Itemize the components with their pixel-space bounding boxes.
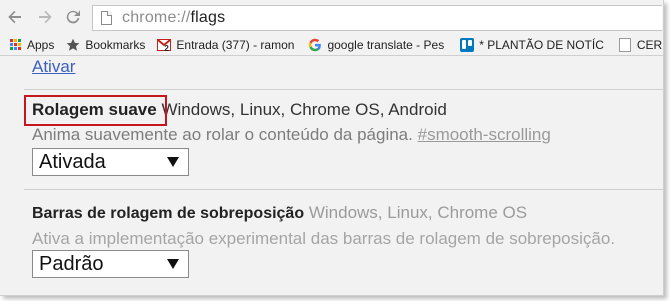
bookmarks-bar: Apps Bookmarks 2 Entrada (377) - ramon g… (0, 34, 663, 56)
flag-platforms: Windows, Linux, Chrome OS, Android (161, 100, 447, 119)
flag-description: Ativa a implementação experimental das b… (32, 228, 615, 250)
star-icon (66, 38, 80, 52)
flag-description: Anima suavemente ao rolar o conteúdo da … (32, 124, 551, 146)
activate-link[interactable]: Ativar (32, 57, 75, 77)
bookmark-google-translate[interactable]: google translate - Pes (298, 34, 448, 55)
bookmark-apps[interactable]: Apps (0, 34, 58, 55)
highlight-box (24, 95, 167, 126)
address-bar[interactable]: chrome://flags (92, 5, 662, 31)
bookmark-gmail-inbox[interactable]: 2 Entrada (377) - ramon (149, 34, 298, 55)
flag-description-text: Ativa a implementação experimental das b… (32, 229, 616, 248)
bookmark-label: Entrada (377) - ramon (176, 37, 295, 52)
forward-arrow-icon[interactable] (36, 8, 54, 26)
document-icon (618, 37, 632, 52)
flag-title-overlay-scrollbars: Barras de rolagem de sobreposição Window… (32, 202, 527, 225)
browser-toolbar: chrome://flags (0, 0, 663, 34)
bookmark-label: * PLANTÃO DE NOTÍC (479, 37, 604, 52)
flag-description-text: Anima suavemente ao rolar o conteúdo da … (32, 125, 413, 144)
bookmark-label: Bookmarks (85, 37, 146, 52)
url-scheme: chrome:// (122, 9, 191, 26)
url-host: flags (190, 9, 226, 26)
page-icon (101, 11, 112, 25)
overlay-scrollbars-select[interactable]: Padrão (32, 250, 189, 278)
back-arrow-icon[interactable] (6, 8, 24, 26)
bookmark-label: google translate - Pes (327, 37, 445, 52)
google-icon (308, 38, 322, 52)
smooth-scrolling-select[interactable]: Ativada (32, 148, 189, 176)
bookmark-cern[interactable]: CERN (608, 34, 663, 55)
bookmark-bookmarks[interactable]: Bookmarks (58, 34, 149, 55)
flag-platforms: Windows, Linux, Chrome OS (308, 203, 528, 222)
bookmark-label: Apps (27, 37, 55, 52)
flag-name: Barras de rolagem de sobreposição (32, 205, 305, 222)
url-text[interactable]: chrome://flags (122, 9, 225, 27)
flag-anchor-link[interactable]: #smooth-scrolling (418, 125, 551, 144)
dropdown-arrow-icon (167, 259, 179, 269)
select-value: Padrão (39, 252, 104, 275)
flag-divider (24, 89, 663, 90)
flags-content: Ativar Rolagem suave Windows, Linux, Chr… (24, 57, 663, 295)
browser-window: chrome://flags Apps Bookmarks 2 Entrada … (0, 0, 664, 296)
select-value: Ativada (39, 150, 106, 173)
gmail-icon: 2 (157, 38, 172, 53)
flag-divider (24, 189, 663, 190)
bookmark-plantao[interactable]: * PLANTÃO DE NOTÍC (448, 34, 608, 55)
bookmark-label: CERN (636, 37, 663, 52)
trello-icon (460, 37, 475, 52)
dropdown-arrow-icon (167, 157, 179, 167)
reload-icon[interactable] (64, 8, 82, 26)
apps-grid-icon (8, 38, 22, 52)
gmail-badge: 2 (164, 43, 169, 53)
